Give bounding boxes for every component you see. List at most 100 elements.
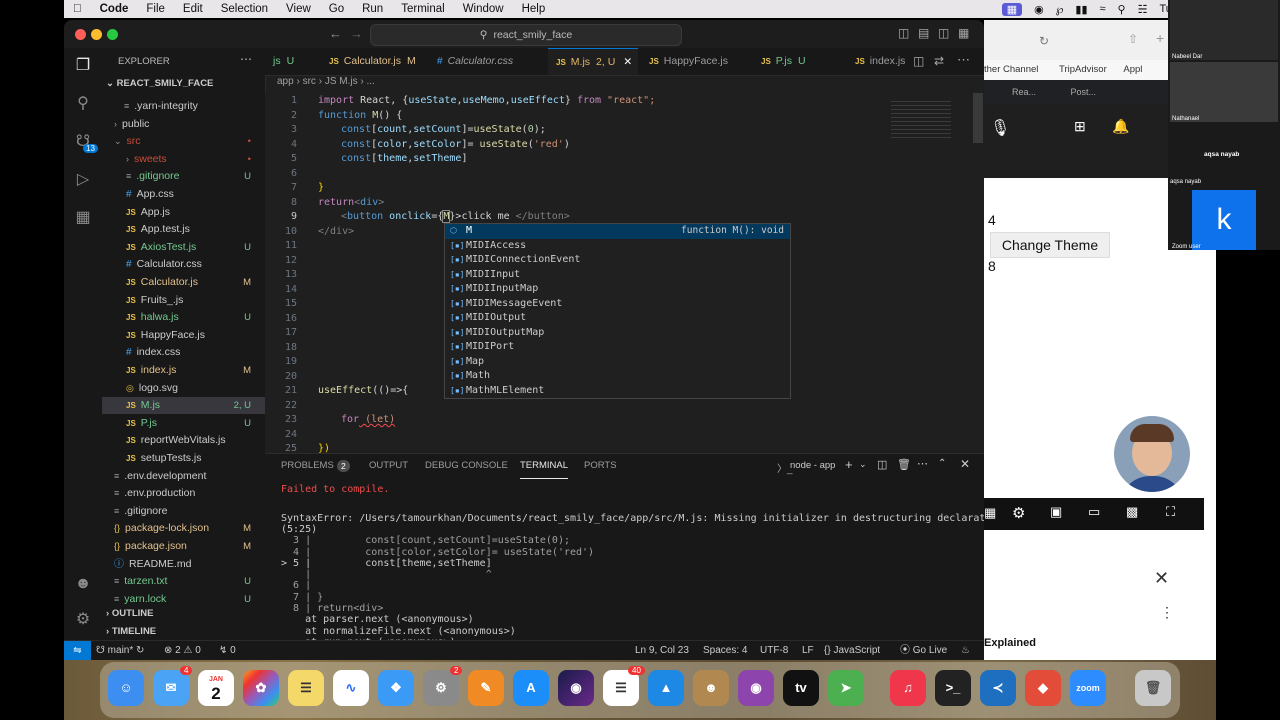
search-icon[interactable]: ⚲ (1118, 3, 1126, 16)
reload-icon[interactable]: ↻ (1039, 34, 1049, 48)
tab-debug-console[interactable]: DEBUG CONSOLE (425, 454, 508, 478)
suggestion-item[interactable]: [▪] MIDIInputMap (445, 282, 790, 297)
vscode-icon[interactable]: ≺ (980, 670, 1016, 706)
menu-view[interactable]: View (277, 3, 320, 15)
breadcrumb-src[interactable]: src (303, 76, 316, 87)
suggestion-item[interactable]: [▪] MIDIConnectionEvent (445, 253, 790, 268)
file-tree-item[interactable]: JS index.js M (102, 362, 265, 379)
go-live-button[interactable]: ⦿ Go Live (900, 641, 947, 660)
extensions-icon[interactable]: ▦ (73, 208, 93, 228)
fullscreen-icon[interactable]: ⛶ (1166, 504, 1175, 520)
editor-tab[interactable]: js U (265, 48, 317, 75)
menu-window[interactable]: Window (454, 3, 513, 15)
suggestion-item[interactable]: [▪] MIDIOutputMap (445, 326, 790, 341)
file-tree-item[interactable]: JS HappyFace.js (102, 327, 265, 344)
file-tree-item[interactable]: JS setupTests.js (102, 450, 265, 467)
menu-terminal[interactable]: Terminal (392, 3, 453, 15)
notifications-bell-icon[interactable]: ♨ (961, 641, 970, 660)
code-line-5[interactable]: const[theme,setTheme] (341, 153, 467, 164)
suggestion-item[interactable]: [▪] Map (445, 355, 790, 370)
project-folder[interactable]: ⌄ REACT_SMILY_FACE (106, 78, 213, 89)
terminal-icon[interactable]: >_ (935, 670, 971, 706)
theater-mode-icon[interactable]: ▭ (1088, 504, 1100, 520)
tab-ports[interactable]: PORTS (584, 454, 617, 478)
editor-tab[interactable]: # Calculator.css (429, 48, 544, 75)
close-tab-icon[interactable]: ✕ (623, 56, 632, 68)
file-tree-item[interactable]: {} package-lock.json M (102, 520, 265, 537)
control-center-icon[interactable]: ☵ (1138, 3, 1148, 16)
participant-tile-1[interactable]: Nabeel Dar (1170, 0, 1278, 60)
code-line-3[interactable]: const[count,setCount]=useState(0); (341, 124, 546, 135)
encoding[interactable]: UTF-8 (760, 641, 788, 660)
branch-indicator[interactable]: ☋ main* ↻ (96, 641, 144, 660)
file-tree-item[interactable]: ≡ yarn.lock U (102, 591, 265, 608)
file-tree-item[interactable]: # App.css (102, 186, 265, 203)
reminders-icon[interactable]: ☰ (603, 670, 639, 706)
code-line-2[interactable]: function M() { (318, 110, 402, 121)
menu-app-name[interactable]: Code (91, 3, 138, 15)
breadcrumb-app[interactable]: app (277, 76, 294, 87)
split-terminal-icon[interactable]: ◫ (877, 458, 887, 471)
file-tree-item[interactable]: › public (102, 116, 265, 133)
end-of-line[interactable]: LF (802, 641, 814, 660)
more-actions-icon[interactable]: ⋯ (957, 52, 970, 68)
wifi-icon[interactable]: ≈ (1100, 3, 1106, 15)
suggestion-item[interactable]: [▪] MathMLElement (445, 384, 790, 399)
menu-go[interactable]: Go (320, 3, 353, 15)
file-tree-item[interactable]: JS Calculator.js M (102, 274, 265, 291)
file-tree-item[interactable]: JS P.js U (102, 415, 265, 432)
toggle-secondary-sidebar-icon[interactable]: ◫ (938, 26, 949, 40)
toggle-panel-icon[interactable]: ▤ (918, 26, 929, 40)
minimize-window-button[interactable] (91, 29, 102, 40)
search-icon[interactable]: ⚲ (73, 94, 93, 114)
menu-file[interactable]: File (137, 3, 174, 15)
file-tree-item[interactable]: ≡ .env.development (102, 468, 265, 485)
timeline-section[interactable]: › TIMELINE (106, 626, 156, 637)
podcasts-icon[interactable]: ◉ (738, 670, 774, 706)
code-line-9[interactable]: <button onclick={M}>click me </button> (341, 210, 570, 223)
new-tab-plus-icon[interactable]: + (1156, 30, 1164, 46)
split-editor-icon[interactable]: ◫ (913, 54, 924, 68)
file-tree-item[interactable]: JS M.js 2, U (102, 397, 265, 415)
ports-indicator[interactable]: ↯ 0 (219, 641, 236, 660)
maximize-window-button[interactable] (107, 29, 118, 40)
code-line-21[interactable]: useEffect(()=>{ (318, 385, 408, 396)
code-line-10[interactable]: </div> (318, 226, 354, 237)
tab-problems[interactable]: PROBLEMS (281, 454, 334, 478)
code-line-4[interactable]: const[color,setColor]= useState('red') (341, 139, 570, 150)
autocomplete-suggest-widget[interactable]: ⬡ M [▪] MIDIAccess [▪] MIDIConnectionEvent [▪]… (444, 223, 791, 399)
command-center-search[interactable]: ⚲ react_smily_face (370, 24, 682, 46)
participant-tile-4[interactable]: aqsa nayab k Zoom user (1170, 179, 1278, 250)
maximize-panel-chevron-up-icon[interactable]: ⌃ (938, 458, 946, 469)
run-debug-icon[interactable]: ▷ (73, 170, 93, 190)
file-tree-item[interactable]: JS AxiosTest.js U (102, 239, 265, 256)
photos-icon[interactable]: ✿ (243, 670, 279, 706)
more-options-icon[interactable]: ⋮ (1160, 604, 1174, 621)
git-app-icon[interactable]: ◆ (1025, 670, 1061, 706)
keynote-icon[interactable]: ▲ (648, 670, 684, 706)
share-icon[interactable]: ⇧ (1128, 32, 1138, 46)
file-tree-item[interactable]: JS halwa.js U (102, 309, 265, 326)
apple-tv-icon[interactable]: tv (783, 670, 819, 706)
calendar-icon[interactable]: JAN 2 (198, 670, 234, 706)
record-icon[interactable]: ◉ (1034, 3, 1044, 16)
contacts-icon[interactable]: ☻ (693, 670, 729, 706)
more-actions-icon[interactable]: ⋯ (917, 457, 928, 470)
file-tree-item[interactable]: ⓘ README.md (102, 556, 265, 573)
code-line-23[interactable]: for (let) (341, 414, 395, 425)
battery-icon[interactable]: ▮▮ (1075, 3, 1087, 16)
cast-icon[interactable]: ▩ (1126, 504, 1138, 520)
notes-icon[interactable]: ☰ (288, 670, 324, 706)
forward-arrow-icon[interactable]: → (350, 26, 363, 41)
open-changes-icon[interactable]: ⇄ (934, 54, 944, 68)
code-line-8[interactable]: return<div> (318, 197, 384, 208)
finder-icon[interactable]: ☺ (108, 670, 144, 706)
bookmark-tripadvisor[interactable]: TripAdvisor (1059, 64, 1107, 75)
bookmark-apple[interactable]: Appl (1123, 64, 1142, 75)
maps-icon[interactable]: ➤ (828, 670, 864, 706)
language-mode[interactable]: {} JavaScript (824, 641, 880, 660)
file-tree-item[interactable]: ≡ .yarn-integrity (102, 98, 265, 115)
file-tree-item[interactable]: {} package.json M (102, 538, 265, 555)
participant-tile-3[interactable]: aqsa nayab (1170, 124, 1278, 184)
terminal-name[interactable]: node - app (790, 460, 835, 471)
